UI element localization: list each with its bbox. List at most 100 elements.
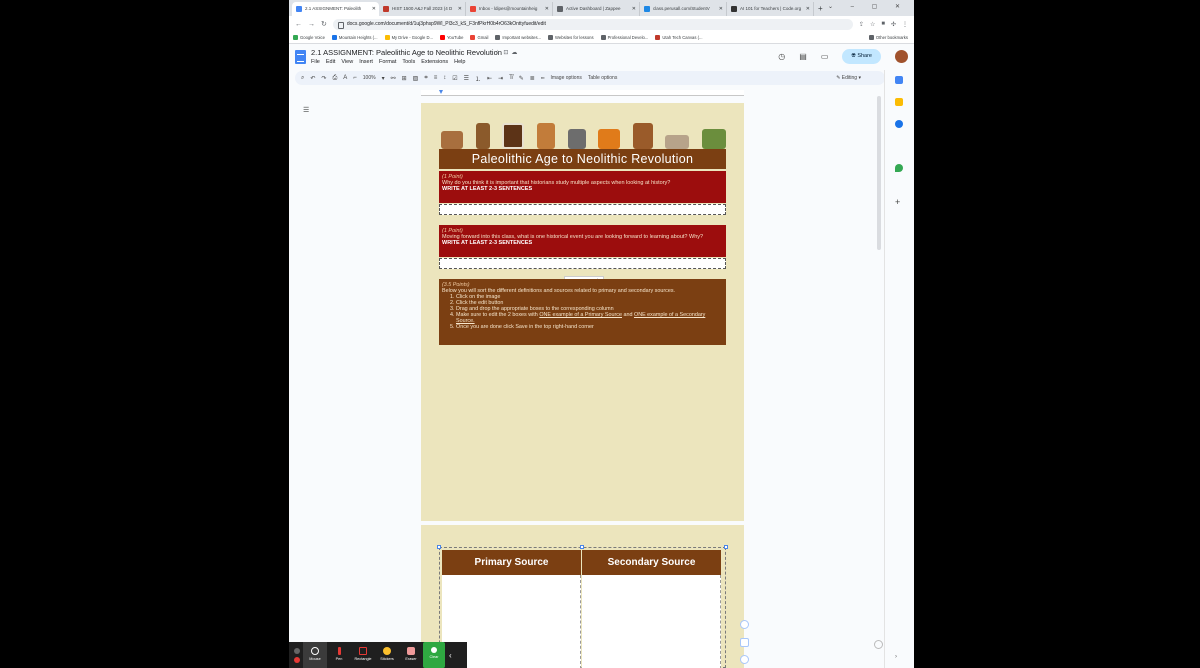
cloud-saved-icon[interactable]: ☁ (511, 50, 520, 56)
answer-field-1[interactable] (439, 204, 726, 215)
document-outline-icon[interactable]: ☰ (303, 106, 309, 114)
comments-icon[interactable]: ▤ (799, 52, 807, 61)
bookmark-mountain-heights[interactable]: Mountain Heights (... (331, 35, 378, 40)
menu-insert[interactable]: Insert (359, 59, 373, 65)
image-options-button[interactable]: Image options (550, 75, 581, 81)
window-controls[interactable]: ⌄ – ▢ ✕ (828, 3, 908, 10)
tasks-icon[interactable] (895, 120, 903, 128)
vertical-scrollbar[interactable] (877, 96, 881, 250)
border-width-icon[interactable]: ≣ (530, 75, 535, 82)
table-options-button[interactable]: Table options (588, 75, 617, 81)
line-spacing-icon[interactable]: ↕ (443, 75, 446, 81)
bookmark-my-drive[interactable]: My Drive - Google D... (384, 35, 433, 40)
add-comment-icon[interactable]: ⊞ (402, 75, 407, 82)
close-icon[interactable]: ✕ (806, 2, 810, 16)
close-icon[interactable]: ✕ (632, 2, 636, 16)
spellcheck-icon[interactable]: A (343, 75, 347, 81)
mouse-tool[interactable]: Mouse (303, 642, 327, 668)
clear-format-icon[interactable]: T̸ (509, 75, 513, 81)
menu-edit[interactable]: Edit (326, 59, 335, 65)
close-icon[interactable]: ✕ (719, 2, 723, 16)
browser-tab-canvas[interactable]: HIST 1500 A&J Fall 2023 (4 D ✕ (379, 2, 466, 16)
smart-chips-icon[interactable] (740, 620, 749, 629)
menu-format[interactable]: Format (379, 59, 396, 65)
checklist-icon[interactable]: ☑ (452, 75, 457, 82)
add-addon-icon[interactable]: + (895, 198, 903, 207)
version-history-icon[interactable]: ◷ (778, 52, 785, 61)
close-icon[interactable]: ✕ (372, 2, 376, 16)
menu-tools[interactable]: Tools (402, 59, 415, 65)
menu-view[interactable]: View (341, 59, 353, 65)
new-tab-button[interactable]: + (814, 2, 827, 16)
editing-mode-select[interactable]: ✎ Editing ▾ (836, 75, 861, 81)
browser-tab-docs[interactable]: 2.1 ASSIGNMENT: Paleolith ✕ (292, 2, 379, 16)
add-comment-float-icon[interactable] (740, 638, 749, 647)
document-title[interactable]: 2.1 ASSIGNMENT: Paleolithic Age to Neoli… (311, 48, 502, 57)
source-sorting-table[interactable]: Primary Source Secondary Source (437, 545, 728, 668)
close-icon[interactable]: ✕ (458, 2, 462, 16)
record-icon[interactable] (294, 656, 300, 663)
pause-icon[interactable] (294, 647, 300, 654)
check-annotation-button[interactable]: Clear (423, 642, 445, 668)
stickers-tool[interactable]: Stickers (375, 642, 399, 668)
border-dash-icon[interactable]: ┅ (541, 75, 545, 82)
bookmark-websites-for-lessons[interactable]: Websites for lessons (548, 35, 594, 40)
print-icon[interactable]: ⎙ (332, 75, 337, 82)
bookmark-youtube[interactable]: YouTube (439, 35, 463, 40)
share-button[interactable]: 🌐︎ Share (842, 49, 881, 64)
browser-tab-zappee[interactable]: Active Dashboard | Zappee ✕ (553, 2, 640, 16)
insert-image-icon[interactable]: ▨ (413, 75, 419, 82)
bookmark-professional-dev[interactable]: Professional Develo... (600, 35, 648, 40)
align-icon[interactable]: ≡ (434, 75, 438, 81)
decrease-indent-icon[interactable]: ⇤ (487, 75, 492, 82)
menu-help[interactable]: Help (454, 59, 465, 65)
ruler[interactable] (421, 90, 744, 96)
back-arrow-icon[interactable]: ← (295, 21, 302, 28)
keep-icon[interactable] (895, 98, 903, 106)
secondary-source-column[interactable] (582, 575, 721, 668)
menu-extensions[interactable]: Extensions (421, 59, 448, 65)
resize-handle[interactable] (724, 545, 728, 549)
crop-icon[interactable]: ⌗ (424, 75, 427, 82)
chevron-right-icon[interactable]: › (895, 654, 903, 662)
eraser-tool[interactable]: Eraser (399, 642, 423, 668)
browser-menu-icon[interactable]: ⋮ (902, 21, 908, 28)
browser-tab-codeorg[interactable]: AI 101 for Teachers | Code.org ✕ (727, 2, 814, 16)
browser-tab-gmail[interactable]: Inbox - ldipes@mountainheig ✕ (466, 2, 553, 16)
increase-indent-icon[interactable]: ⇥ (498, 75, 503, 82)
emoji-reaction-icon[interactable] (740, 655, 749, 664)
bookmark-google-voice[interactable]: Google Voice (293, 35, 325, 40)
avatar[interactable] (895, 50, 908, 63)
url-field[interactable]: docs.google.com/document/d/1uj3phsp9Wl_P… (332, 18, 853, 30)
extensions-puzzle-icon[interactable]: ✣ (891, 21, 896, 28)
border-color-icon[interactable]: ✎ (519, 75, 524, 82)
bookmark-utah-tech-canvas[interactable]: Utah Tech Canvas (... (655, 35, 703, 40)
close-icon[interactable]: ✕ (545, 2, 549, 16)
google-docs-logo-icon[interactable] (295, 50, 306, 64)
resize-handle[interactable] (580, 545, 584, 549)
link-icon[interactable]: ⚯ (391, 75, 396, 82)
rectangle-tool[interactable]: Rectangle (351, 642, 375, 668)
zoom-select[interactable]: 100% (363, 75, 376, 81)
browser-tab-perusall[interactable]: class.perusall.com/StudentV ✕ (640, 2, 727, 16)
bookmark-gmail[interactable]: Gmail (470, 35, 488, 40)
maps-icon[interactable] (895, 164, 903, 172)
forward-arrow-icon[interactable]: → (308, 21, 315, 28)
menu-file[interactable]: File (311, 59, 320, 65)
extension-icon[interactable]: ■ (881, 21, 885, 27)
meet-icon[interactable]: ▭ (821, 52, 829, 61)
bulleted-list-icon[interactable]: ☰ (464, 75, 469, 82)
share-page-icon[interactable]: ⇪ (859, 21, 864, 28)
answer-field-2[interactable] (439, 258, 726, 269)
pen-tool[interactable]: Pen (327, 642, 351, 668)
title-action-icons[interactable]: ☆⊡☁ (495, 49, 520, 56)
search-icon[interactable]: ⌕ (301, 75, 304, 82)
redo-icon[interactable]: ↷ (321, 75, 326, 82)
numbered-list-icon[interactable]: ⒈ (475, 74, 481, 83)
other-bookmarks[interactable]: Other bookmarks (868, 35, 908, 40)
explore-icon[interactable] (874, 640, 883, 649)
calendar-icon[interactable] (895, 76, 903, 84)
chevron-down-icon[interactable]: ▾ (382, 75, 385, 82)
resize-handle[interactable] (437, 545, 441, 549)
undo-icon[interactable]: ↶ (310, 75, 315, 82)
